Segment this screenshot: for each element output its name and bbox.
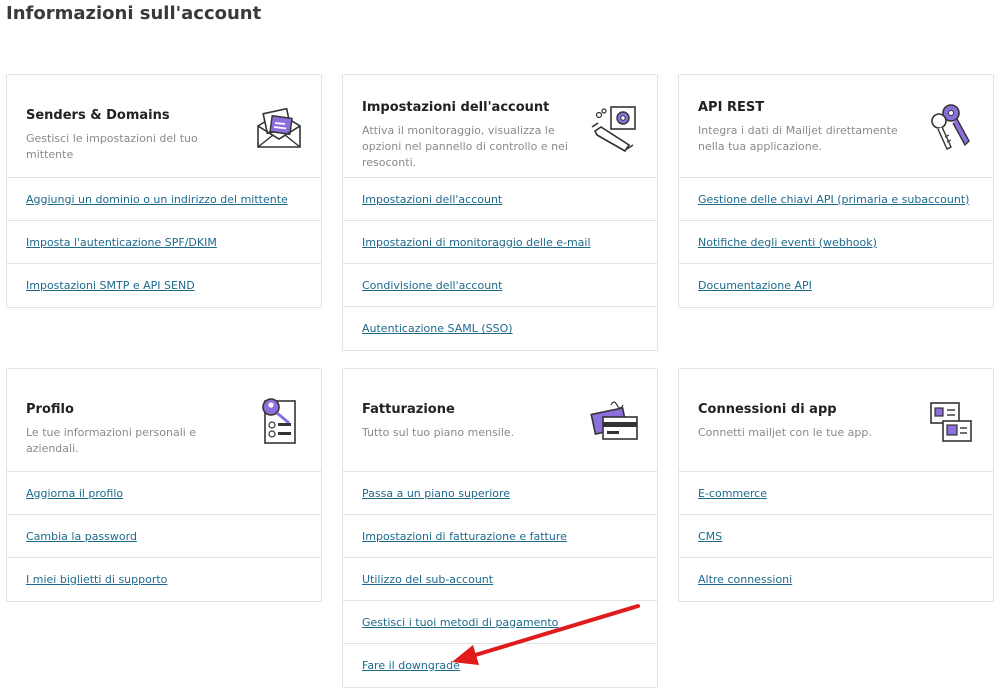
card-header: Fatturazione Tutto sul tuo piano mensile… bbox=[343, 369, 657, 472]
card-header: Impostazioni dell'account Attiva il moni… bbox=[343, 75, 657, 178]
profile-document-icon bbox=[262, 398, 296, 444]
link-row: CMS bbox=[679, 515, 993, 558]
card-description: Integra i dati di Mailjet direttamente n… bbox=[698, 124, 898, 153]
link-row: Impostazioni SMTP e API SEND bbox=[7, 264, 321, 307]
link-row: Utilizzo del sub-account bbox=[343, 558, 657, 601]
email-tracking-settings-link[interactable]: Impostazioni di monitoraggio delle e-mai… bbox=[362, 236, 591, 249]
card-title: Impostazioni dell'account bbox=[362, 100, 550, 115]
api-documentation-link[interactable]: Documentazione API bbox=[698, 279, 812, 292]
link-row: Impostazioni di fatturazione e fatture bbox=[343, 515, 657, 558]
card-title: Profilo bbox=[26, 402, 74, 417]
card-header: Senders & Domains Gestisci le impostazio… bbox=[7, 75, 321, 178]
saml-sso-link[interactable]: Autenticazione SAML (SSO) bbox=[362, 322, 513, 335]
support-tickets-link[interactable]: I miei biglietti di supporto bbox=[26, 573, 167, 586]
link-row: Fare il downgrade bbox=[343, 644, 657, 687]
puzzle-cards-icon bbox=[930, 402, 972, 442]
link-row: Gestisci i tuoi metodi di pagamento bbox=[343, 601, 657, 644]
card-billing: Fatturazione Tutto sul tuo piano mensile… bbox=[342, 368, 658, 688]
card-description: Le tue informazioni personali e aziendal… bbox=[26, 426, 197, 455]
card-profile: Profilo Le tue informazioni personali e … bbox=[6, 368, 322, 602]
card-api-rest: API REST Integra i dati di Mailjet diret… bbox=[678, 74, 994, 308]
link-row: Imposta l'autenticazione SPF/DKIM bbox=[7, 221, 321, 264]
cms-link[interactable]: CMS bbox=[698, 530, 722, 543]
api-keys-management-link[interactable]: Gestione delle chiavi API (primaria e su… bbox=[698, 193, 969, 206]
link-row: Aggiorna il profilo bbox=[7, 472, 321, 515]
page-title: Informazioni sull'account bbox=[6, 3, 262, 24]
card-title: Connessioni di app bbox=[698, 402, 837, 417]
link-row: Cambia la password bbox=[7, 515, 321, 558]
billing-settings-invoices-link[interactable]: Impostazioni di fatturazione e fatture bbox=[362, 530, 567, 543]
link-row: I miei biglietti di supporto bbox=[7, 558, 321, 601]
link-row: Impostazioni di monitoraggio delle e-mai… bbox=[343, 221, 657, 264]
update-profile-link[interactable]: Aggiorna il profilo bbox=[26, 487, 123, 500]
link-row: Autenticazione SAML (SSO) bbox=[343, 307, 657, 350]
link-row: Documentazione API bbox=[679, 264, 993, 307]
account-sharing-link[interactable]: Condivisione dell'account bbox=[362, 279, 502, 292]
card-title: Senders & Domains bbox=[26, 108, 170, 123]
spf-dkim-auth-link[interactable]: Imposta l'autenticazione SPF/DKIM bbox=[26, 236, 217, 249]
link-row: Aggiungi un dominio o un indirizzo del m… bbox=[7, 178, 321, 221]
ecommerce-link[interactable]: E-commerce bbox=[698, 487, 767, 500]
keys-icon bbox=[931, 104, 970, 150]
card-title: Fatturazione bbox=[362, 402, 455, 417]
card-header: API REST Integra i dati di Mailjet diret… bbox=[679, 75, 993, 178]
envelope-icon bbox=[257, 107, 301, 148]
downgrade-link[interactable]: Fare il downgrade bbox=[362, 659, 460, 672]
link-row: Impostazioni dell'account bbox=[343, 178, 657, 221]
payment-methods-link[interactable]: Gestisci i tuoi metodi di pagamento bbox=[362, 616, 558, 629]
credit-cards-icon bbox=[590, 401, 638, 440]
card-title: API REST bbox=[698, 100, 765, 115]
card-description: Connetti mailjet con le tue app. bbox=[698, 426, 872, 439]
link-row: Gestione delle chiavi API (primaria e su… bbox=[679, 178, 993, 221]
card-description: Gestisci le impostazioni del tuo mittent… bbox=[26, 132, 198, 161]
card-description: Tutto sul tuo piano mensile. bbox=[362, 426, 515, 439]
link-row: Altre connessioni bbox=[679, 558, 993, 601]
card-header: Profilo Le tue informazioni personali e … bbox=[7, 369, 321, 472]
card-description: Attiva il monitoraggio, visualizza le op… bbox=[362, 124, 568, 169]
card-account-settings: Impostazioni dell'account Attiva il moni… bbox=[342, 74, 658, 351]
subaccount-usage-link[interactable]: Utilizzo del sub-account bbox=[362, 573, 493, 586]
link-row: Notifiche degli eventi (webhook) bbox=[679, 221, 993, 264]
event-notifications-webhook-link[interactable]: Notifiche degli eventi (webhook) bbox=[698, 236, 877, 249]
link-row: Condivisione dell'account bbox=[343, 264, 657, 307]
change-password-link[interactable]: Cambia la password bbox=[26, 530, 137, 543]
link-row: Passa a un piano superiore bbox=[343, 472, 657, 515]
card-header: Connessioni di app Connetti mailjet con … bbox=[679, 369, 993, 472]
upgrade-plan-link[interactable]: Passa a un piano superiore bbox=[362, 487, 510, 500]
wrench-gear-icon bbox=[591, 106, 636, 153]
other-connections-link[interactable]: Altre connessioni bbox=[698, 573, 792, 586]
add-sender-domain-link[interactable]: Aggiungi un dominio o un indirizzo del m… bbox=[26, 193, 288, 206]
card-senders-domains: Senders & Domains Gestisci le impostazio… bbox=[6, 74, 322, 308]
card-app-connections: Connessioni di app Connetti mailjet con … bbox=[678, 368, 994, 602]
account-settings-link[interactable]: Impostazioni dell'account bbox=[362, 193, 502, 206]
link-row: E-commerce bbox=[679, 472, 993, 515]
smtp-api-send-settings-link[interactable]: Impostazioni SMTP e API SEND bbox=[26, 279, 195, 292]
